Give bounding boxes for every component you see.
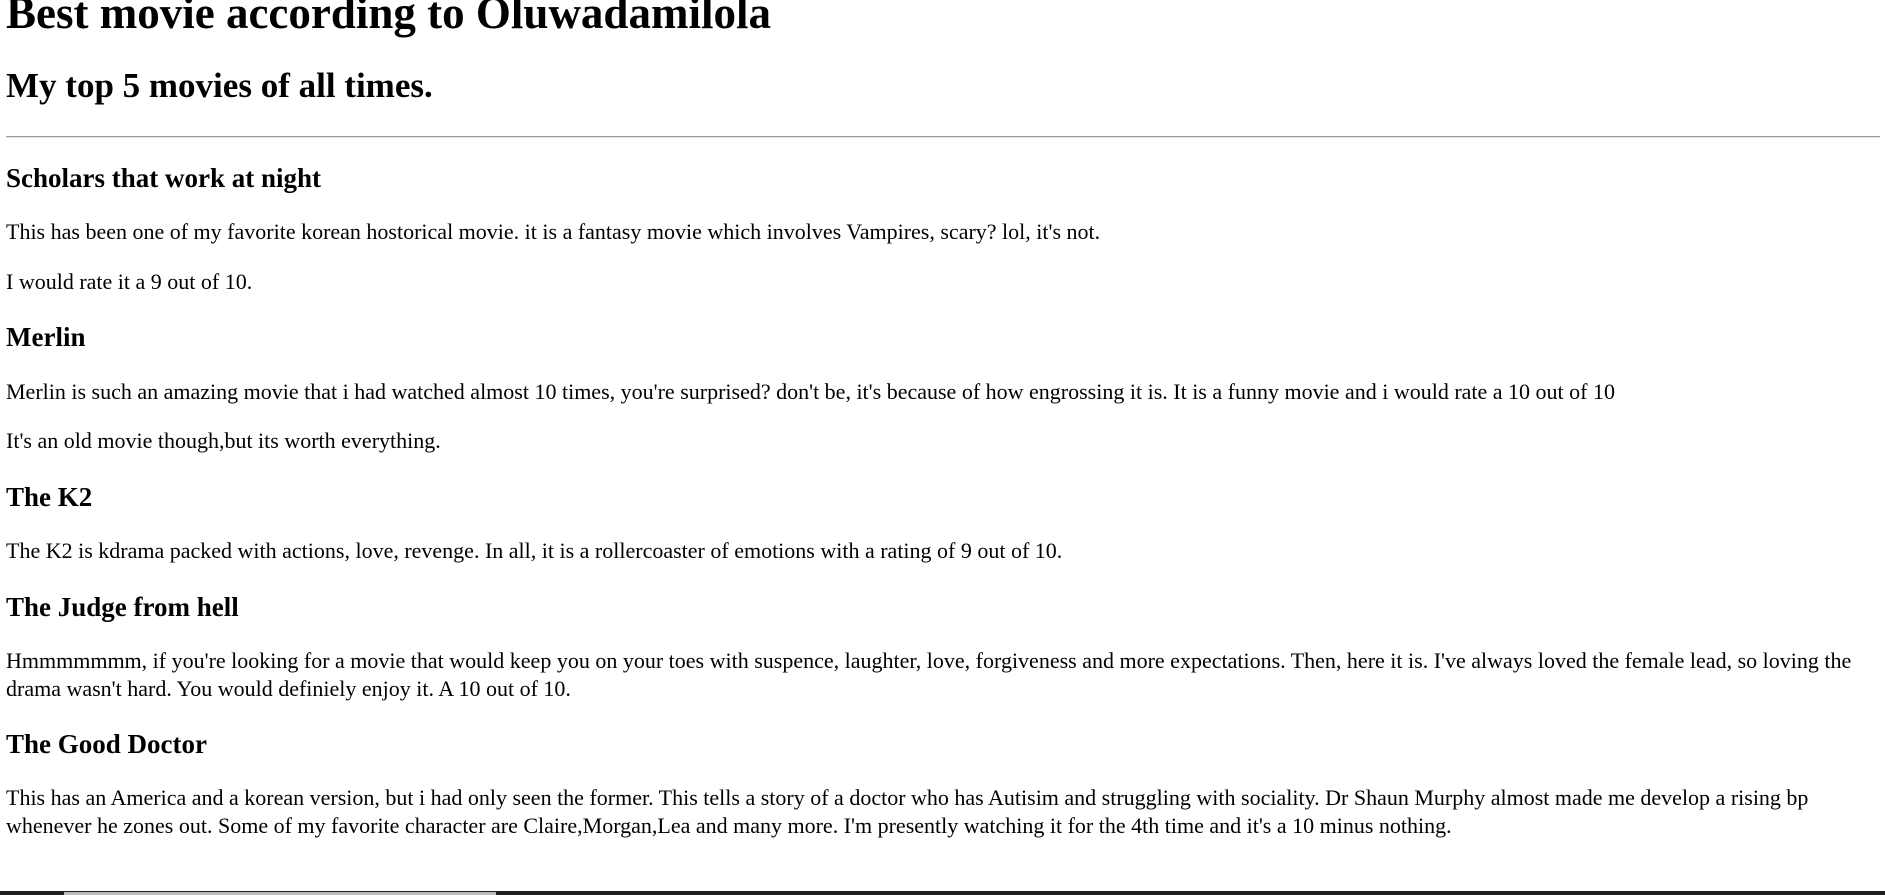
movie-description: The K2 is kdrama packed with actions, lo… <box>6 538 1063 564</box>
divider <box>6 136 1880 138</box>
movie-description: Merlin is such an amazing movie that i h… <box>6 378 1615 404</box>
page-title: Best movie according to Oluwadamilola <box>6 0 771 38</box>
movie-title: Merlin <box>6 322 86 353</box>
movie-section-good-doctor: The Good Doctor This has an America and … <box>6 728 1879 839</box>
horizontal-scrollbar[interactable] <box>0 891 1885 895</box>
movie-section-merlin: Merlin Merlin is such an amazing movie t… <box>6 321 1879 454</box>
movie-title: The K2 <box>6 481 93 512</box>
movie-description: Hmmmmmmm, if you're looking for a movie … <box>6 648 1852 701</box>
movie-title: The Judge from hell <box>6 591 239 622</box>
movie-note: It's an old movie though,but its worth e… <box>6 428 441 454</box>
movie-section-scholars: Scholars that work at night This has bee… <box>6 162 1879 295</box>
page-content: Best movie according to Oluwadamilola My… <box>0 0 1885 839</box>
movie-title: The Good Doctor <box>6 729 207 760</box>
movie-title: Scholars that work at night <box>6 163 322 193</box>
movie-section-judge-from-hell: The Judge from hell Hmmmmmmm, if you're … <box>6 591 1879 702</box>
movie-rating-text: I would rate it a 9 out of 10. <box>6 268 253 294</box>
page-subtitle: My top 5 movies of all times. <box>6 65 433 105</box>
movie-description: This has been one of my favorite korean … <box>6 219 1101 245</box>
movie-section-k2: The K2 The K2 is kdrama packed with acti… <box>6 481 1879 565</box>
movie-description: This has an America and a korean version… <box>6 785 1809 838</box>
